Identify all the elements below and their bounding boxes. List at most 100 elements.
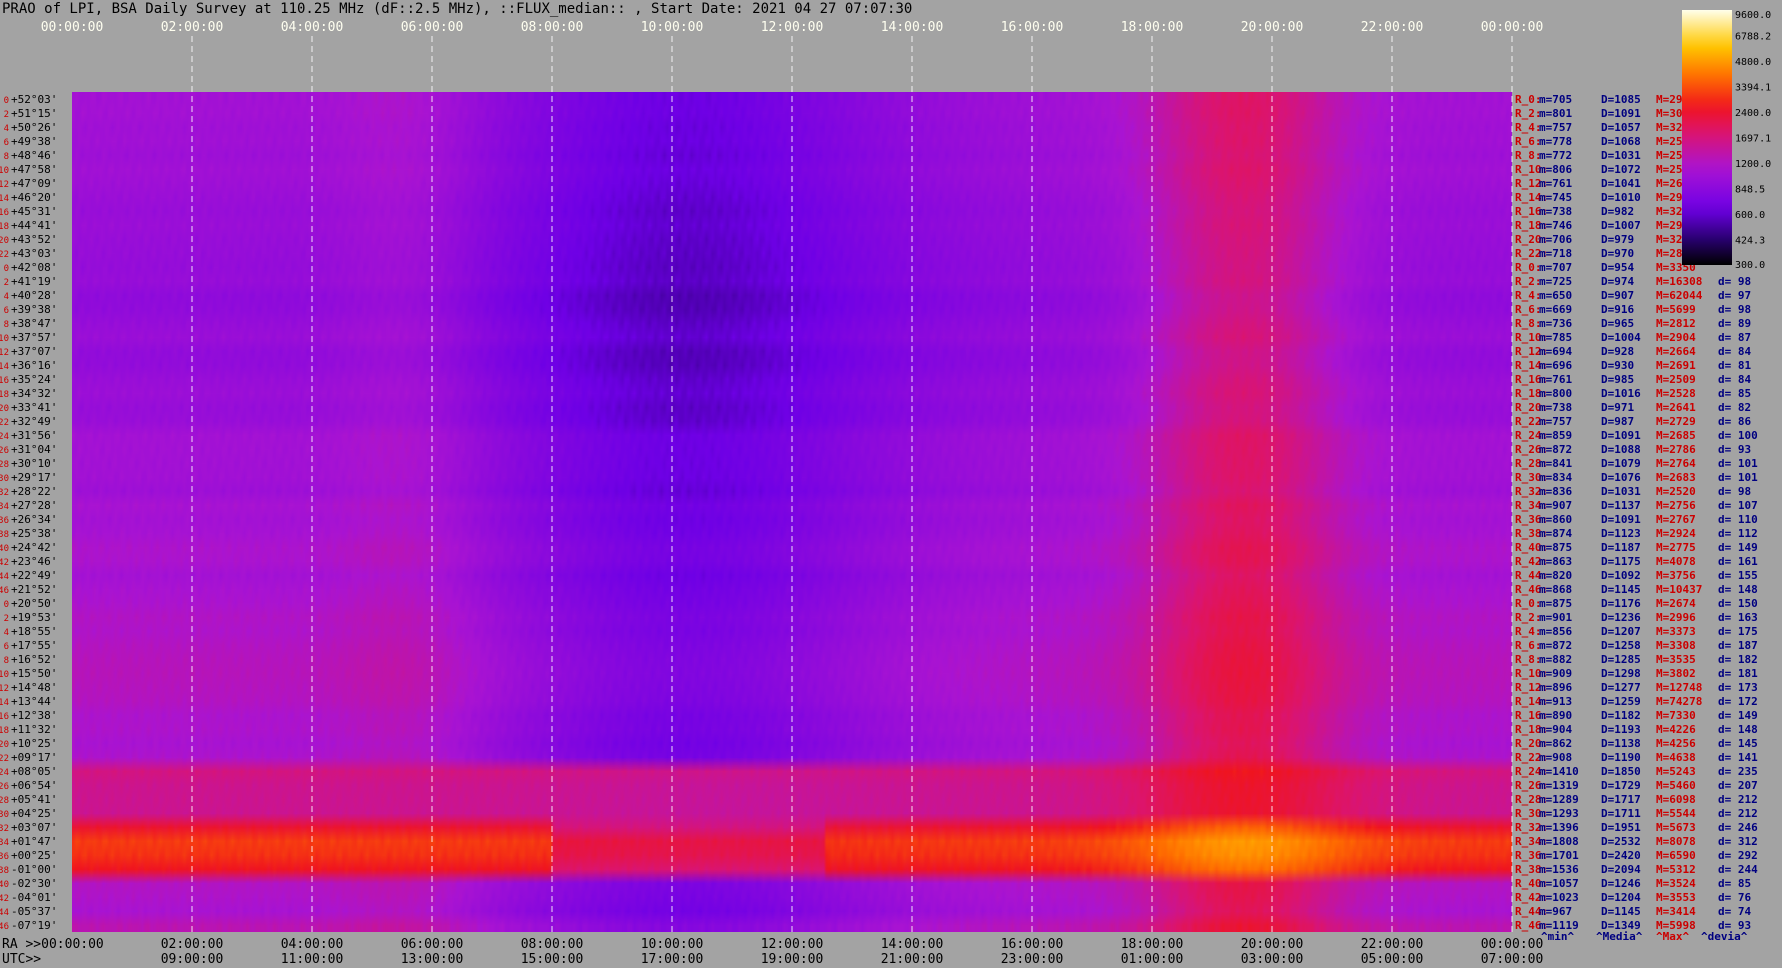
row-stat-text: M=4638 [1656,751,1696,764]
row-stat-text: m=806 [1539,163,1572,176]
row-stat-text: m=757 [1539,415,1572,428]
row-index-label: 14 [0,362,9,372]
row-stat-text: R_8: [1515,317,1542,330]
y-tick-label: +29°17' [11,471,57,484]
row-index-label: 30 [0,474,9,484]
row-stat-text: m=707 [1539,261,1572,274]
row-stat-text: m=761 [1539,177,1572,190]
y-tick-label: +42°08' [11,261,57,274]
stats-footer-label: ^Max^ [1656,930,1689,943]
row-stat-text: D=1207 [1601,625,1641,638]
x-top-tick-label: 00:00:00 [41,20,104,35]
row-stat-text: d= 84 [1718,373,1751,386]
row-stat-text: M=3524 [1656,877,1696,890]
row-index-label: 4 [4,628,9,638]
row-stat-text: d= 98 [1718,275,1751,288]
row-stat-text: m=757 [1539,121,1572,134]
row-stat-text: M=4256 [1656,737,1696,750]
row-stat-text: d= 98 [1718,485,1751,498]
row-stat-text: D=1091 [1601,107,1641,120]
row-stat-text: D=1010 [1601,191,1641,204]
row-stat-text: M=4078 [1656,555,1696,568]
row-stat-text: m=863 [1539,555,1572,568]
row-stat-text: D=1123 [1601,527,1641,540]
row-stat-text: M=3535 [1656,653,1696,666]
x-ra-tick-label: 06:00:00 [401,937,464,952]
row-stat-text: D=1145 [1601,583,1641,596]
row-stat-text: d= 85 [1718,877,1751,890]
row-stat-text: D=965 [1601,317,1634,330]
y-tick-label: +12°38' [11,709,57,722]
row-index-label: 12 [0,180,9,190]
x-utc-tick-label: 23:00:00 [1001,952,1064,967]
row-stat-text: D=1190 [1601,751,1641,764]
row-stat-text: M=2683 [1656,471,1696,484]
row-stat-text: R_6: [1515,303,1542,316]
row-stat-text: m=872 [1539,639,1572,652]
y-tick-label: -05°37' [11,905,57,918]
y-tick-label: +41°19' [11,275,57,288]
y-tick-label: +25°38' [11,527,57,540]
x-top-tick-label: 12:00:00 [761,20,824,35]
row-index-label: 10 [0,166,9,176]
row-index-label: 18 [0,726,9,736]
row-stat-text: M=12748 [1656,681,1702,694]
row-stat-text: M=2812 [1656,317,1696,330]
row-stat-text: D=1079 [1601,457,1641,470]
y-tick-label: +51°15' [11,107,57,120]
row-index-label: 20 [0,236,9,246]
row-index-label: 22 [0,754,9,764]
row-stat-text: m=778 [1539,135,1572,148]
row-stat-text: d= 93 [1718,443,1751,456]
row-stat-text: M=25 [1656,163,1683,176]
row-stat-text: d= 100 [1718,429,1758,442]
y-tick-label: +37°57' [11,331,57,344]
y-tick-label: +52°03' [11,93,57,106]
stats-footer-label: ^Media^ [1596,930,1643,943]
row-stat-text: m=859 [1539,429,1572,442]
row-stat-text: d= 155 [1718,569,1758,582]
y-tick-label: -07°19' [11,919,57,932]
row-stat-text: m=801 [1539,107,1572,120]
row-stat-text: D=1204 [1601,891,1641,904]
x-ra-tick-label: 00:00:00 [1481,937,1544,952]
row-index-label: 12 [0,348,9,358]
y-tick-label: +38°47' [11,317,57,330]
x-utc-tick-label: 09:00:00 [161,952,224,967]
row-stat-text: D=1085 [1601,93,1641,106]
row-stat-text: M=7330 [1656,709,1696,722]
row-index-label: 42 [0,558,9,568]
row-stat-text: D=907 [1601,289,1634,302]
row-stat-text: D=970 [1601,247,1634,260]
y-tick-label: +03°07' [11,821,57,834]
row-stat-text: D=1175 [1601,555,1641,568]
row-stat-text: m=1410 [1539,765,1579,778]
row-stat-text: d= 76 [1718,891,1751,904]
row-stat-text: M=2664 [1656,345,1696,358]
row-stat-text: m=800 [1539,387,1572,400]
row-stat-text: m=901 [1539,611,1572,624]
row-stat-text: m=834 [1539,471,1572,484]
row-stat-text: D=1091 [1601,513,1641,526]
row-stat-text: d= 84 [1718,345,1751,358]
row-index-label: 36 [0,516,9,526]
row-stat-text: M=2509 [1656,373,1696,386]
row-stat-text: M=6590 [1656,849,1696,862]
row-stat-text: M=5312 [1656,863,1696,876]
row-stat-text: D=916 [1601,303,1634,316]
colorbar-tick-label: 4800.0 [1735,57,1771,68]
row-stat-text: d= 89 [1718,317,1751,330]
row-stat-text: D=1007 [1601,219,1641,232]
y-tick-label: +05°41' [11,793,57,806]
row-index-label: 34 [0,502,9,512]
row-stat-text: m=745 [1539,191,1572,204]
row-stat-text: M=2685 [1656,429,1696,442]
row-stat-text: M=2520 [1656,485,1696,498]
row-stat-text: d= 312 [1718,835,1758,848]
row-stat-text: m=650 [1539,289,1572,302]
row-index-label: 46 [0,586,9,596]
row-stat-text: D=1176 [1601,597,1641,610]
row-stat-text: m=904 [1539,723,1572,736]
x-utc-tick-label: 05:00:00 [1361,952,1424,967]
row-stat-text: m=913 [1539,695,1572,708]
